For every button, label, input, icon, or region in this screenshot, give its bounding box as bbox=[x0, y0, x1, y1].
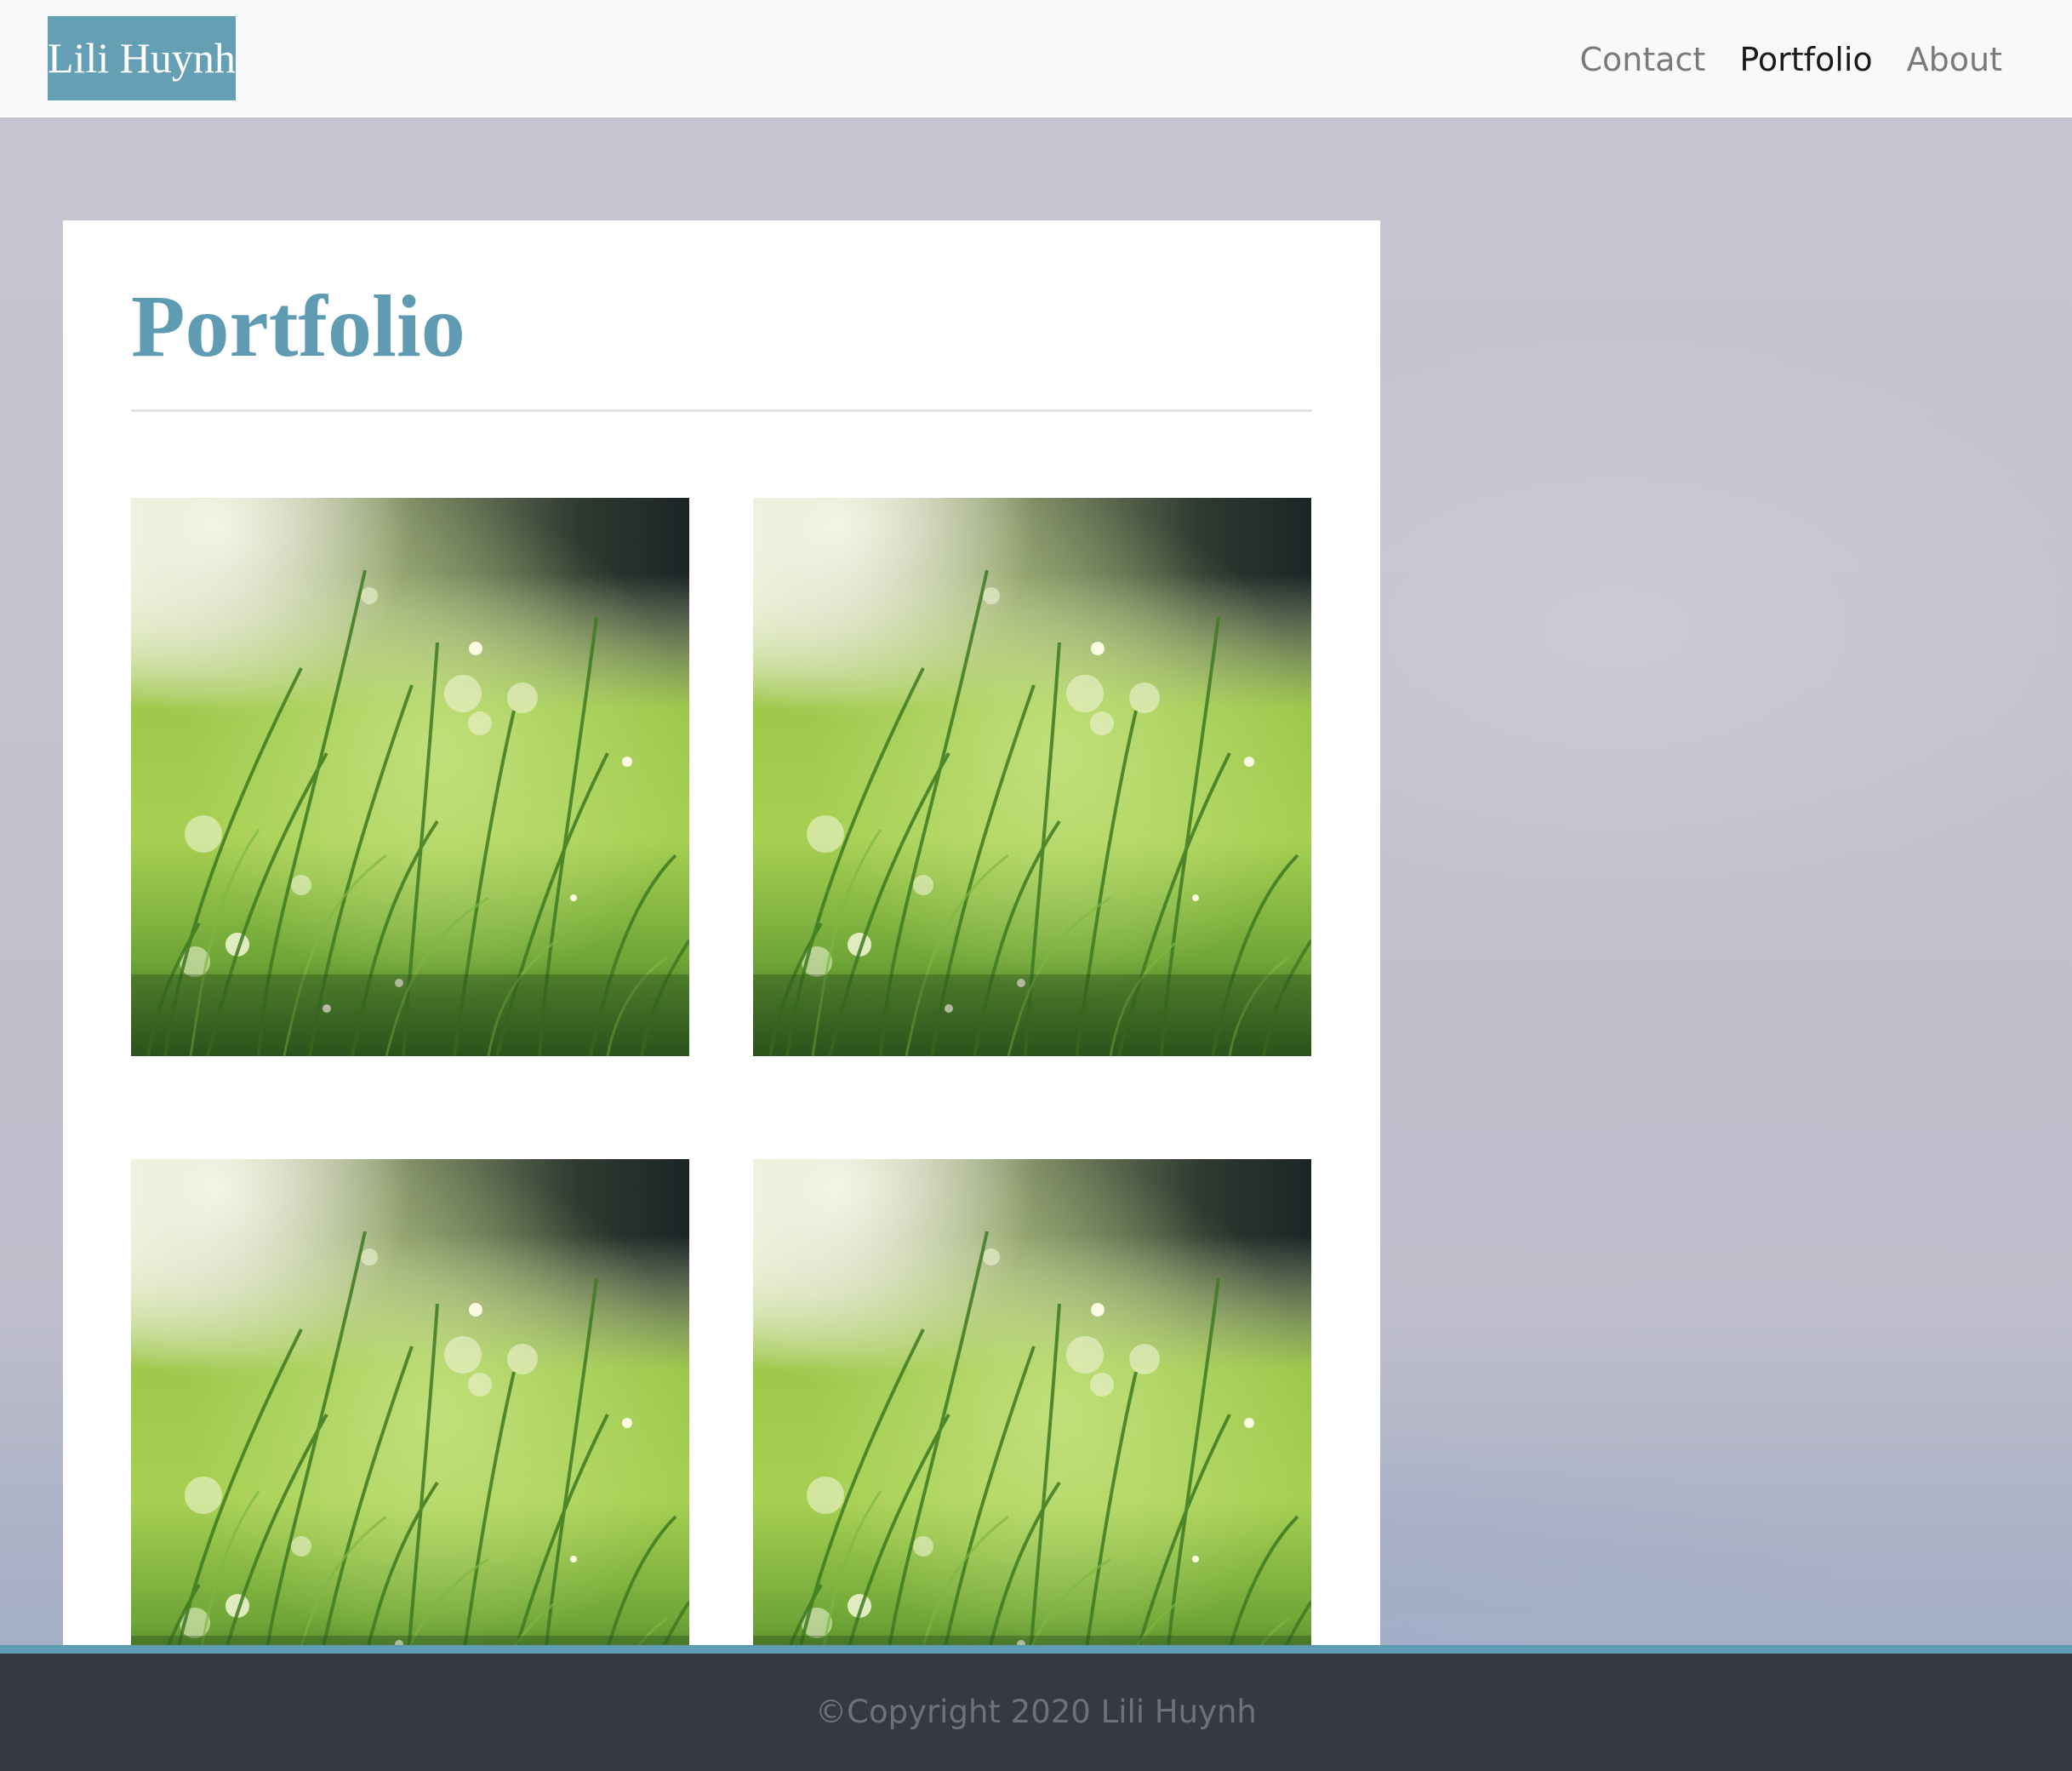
portfolio-card: Portfolio bbox=[63, 220, 1380, 1645]
footer-accent-line bbox=[0, 1645, 2072, 1654]
brand-logo[interactable]: Lili Huynh bbox=[48, 16, 236, 100]
gallery-image[interactable] bbox=[131, 1159, 689, 1645]
copyright-text: ©Copyright 2020 Lili Huynh bbox=[815, 1694, 1257, 1730]
nav-link-about[interactable]: About bbox=[1890, 34, 2019, 85]
nav-menu: Contact Portfolio About bbox=[1562, 34, 2019, 85]
gallery-image[interactable] bbox=[131, 498, 689, 1056]
navbar: Lili Huynh Contact Portfolio About bbox=[0, 0, 2072, 117]
gallery-image[interactable] bbox=[753, 498, 1311, 1056]
nav-link-contact[interactable]: Contact bbox=[1562, 34, 1722, 85]
page-title: Portfolio bbox=[131, 277, 465, 375]
nav-link-portfolio[interactable]: Portfolio bbox=[1722, 34, 1889, 85]
footer: ©Copyright 2020 Lili Huynh bbox=[0, 1654, 2072, 1771]
title-divider bbox=[131, 409, 1312, 412]
gallery-image[interactable] bbox=[753, 1159, 1311, 1645]
